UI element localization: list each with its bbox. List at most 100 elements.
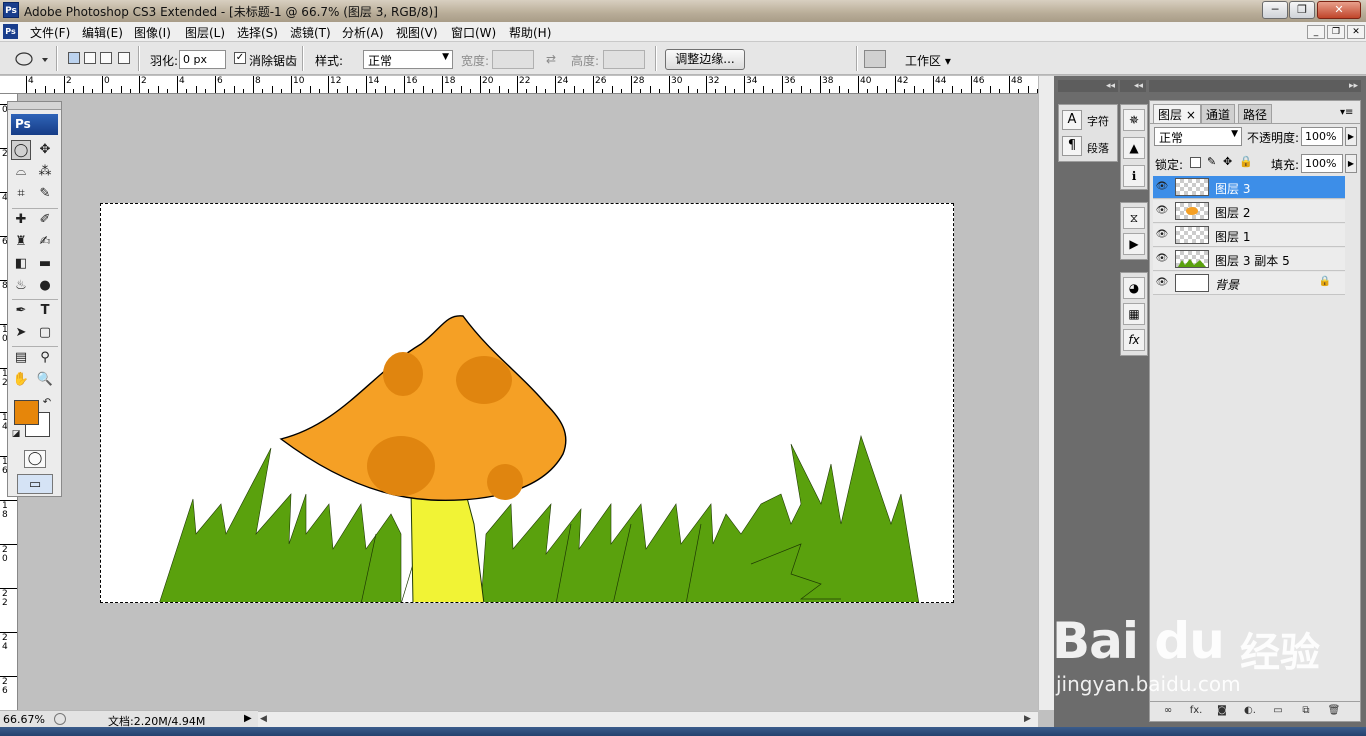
subtract-selection-icon[interactable] xyxy=(100,52,112,64)
menu-analysis[interactable]: 分析(A) xyxy=(342,24,384,41)
refine-edge-button[interactable]: 调整边缘... xyxy=(665,49,745,70)
brush-tool-icon[interactable]: ✐ xyxy=(35,210,55,230)
character-label[interactable]: 字符 xyxy=(1087,113,1109,129)
maximize-button[interactable]: ❐ xyxy=(1289,1,1315,19)
menu-select[interactable]: 选择(S) xyxy=(237,24,278,41)
doc-close-button[interactable]: ✕ xyxy=(1347,25,1365,39)
tool-preset-picker[interactable] xyxy=(4,48,52,70)
shape-tool-icon[interactable]: ▢ xyxy=(35,323,55,343)
history-icon[interactable]: ⧖ xyxy=(1123,207,1145,229)
document-canvas[interactable] xyxy=(100,203,954,603)
intersect-selection-icon[interactable] xyxy=(118,52,130,64)
ellipse-marquee-tool-icon[interactable]: ◯ xyxy=(11,140,31,160)
lock-all-icon[interactable]: 🔒 xyxy=(1239,155,1253,168)
layer-row[interactable]: 👁 图层 3 xyxy=(1153,176,1345,199)
tab-layers[interactable]: 图层 × xyxy=(1153,104,1201,123)
styles-icon[interactable]: fx xyxy=(1123,329,1145,351)
foreground-color-swatch[interactable] xyxy=(14,400,39,425)
visibility-eye-icon[interactable]: 👁 xyxy=(1155,180,1169,194)
layer-row[interactable]: 👁 图层 2 xyxy=(1153,200,1345,223)
toolbox-grip[interactable] xyxy=(8,102,61,110)
menu-edit[interactable]: 编辑(E) xyxy=(82,24,123,41)
feather-input[interactable]: 0 px xyxy=(179,50,226,69)
hand-tool-icon[interactable]: ✋ xyxy=(11,370,31,390)
quick-mask-icon[interactable]: ◯ xyxy=(24,450,46,468)
blur-tool-icon[interactable]: ♨ xyxy=(11,276,31,296)
menu-filter[interactable]: 滤镜(T) xyxy=(290,24,331,41)
swap-colors-icon[interactable]: ↶ xyxy=(40,396,54,410)
paragraph-label[interactable]: 段落 xyxy=(1087,140,1109,156)
opacity-input[interactable]: 100% xyxy=(1301,127,1343,146)
actions-icon[interactable]: ▶ xyxy=(1123,233,1145,255)
crop-tool-icon[interactable]: ⌗ xyxy=(11,184,31,204)
type-tool-icon[interactable]: T xyxy=(35,301,55,321)
character-icon[interactable]: A xyxy=(1062,110,1082,130)
lock-pixels-icon[interactable]: ✎ xyxy=(1207,155,1216,168)
healing-brush-tool-icon[interactable]: ✚ xyxy=(11,210,31,230)
status-info-icon[interactable] xyxy=(54,713,66,725)
style-select[interactable]: 正常 ▼ xyxy=(363,50,453,69)
navigator-icon[interactable]: ✵ xyxy=(1123,109,1145,131)
zoom-level[interactable]: 66.67% xyxy=(3,713,45,726)
dodge-tool-icon[interactable]: ● xyxy=(35,276,55,296)
visibility-eye-icon[interactable]: 👁 xyxy=(1155,252,1169,266)
pen-tool-icon[interactable]: ✒ xyxy=(11,301,31,321)
horizontal-scrollbar[interactable]: ◀ ▶ xyxy=(258,711,1038,727)
menu-view[interactable]: 视图(V) xyxy=(396,24,438,41)
default-colors-icon[interactable]: ◪ xyxy=(10,428,22,440)
add-selection-icon[interactable] xyxy=(84,52,96,64)
clone-stamp-tool-icon[interactable]: ♜ xyxy=(11,232,31,252)
swap-icon[interactable]: ⇄ xyxy=(546,52,556,66)
blend-mode-select[interactable]: 正常 ▼ xyxy=(1154,127,1242,146)
doc-minimize-button[interactable]: _ xyxy=(1307,25,1325,39)
panel-menu-icon[interactable]: ▾≡ xyxy=(1340,107,1353,118)
history-brush-tool-icon[interactable]: ✍ xyxy=(35,232,55,252)
dock-expand-arrows-icon[interactable]: ▸▸ xyxy=(1149,80,1361,92)
color-icon[interactable]: ◕ xyxy=(1123,277,1145,299)
layer-row[interactable]: 👁 背景 🔒 xyxy=(1153,272,1345,295)
notes-tool-icon[interactable]: ▤ xyxy=(11,348,31,368)
move-tool-icon[interactable]: ✥ xyxy=(35,140,55,160)
info-icon[interactable]: ℹ xyxy=(1123,165,1145,187)
swatches-icon[interactable]: ▦ xyxy=(1123,303,1145,325)
document-icon[interactable]: Ps xyxy=(3,24,18,39)
lasso-tool-icon[interactable]: ⌓ xyxy=(11,162,31,182)
minimize-button[interactable]: ─ xyxy=(1262,1,1288,19)
screen-mode-icon[interactable]: ▭ xyxy=(17,474,53,494)
fill-input[interactable]: 100% xyxy=(1301,154,1343,173)
menu-file[interactable]: 文件(F) xyxy=(30,24,70,41)
histogram-icon[interactable]: ▲ xyxy=(1123,137,1145,159)
lock-transparency-icon[interactable] xyxy=(1190,157,1201,168)
visibility-eye-icon[interactable]: 👁 xyxy=(1155,276,1169,290)
layer-row[interactable]: 👁 图层 3 副本 5 xyxy=(1153,248,1345,271)
menu-layer[interactable]: 图层(L) xyxy=(185,24,225,41)
dock-collapse-arrows-icon[interactable]: ◂◂ xyxy=(1058,80,1118,92)
new-selection-icon[interactable] xyxy=(68,52,80,64)
doc-restore-button[interactable]: ❐ xyxy=(1327,25,1345,39)
opacity-slider-arrow-icon[interactable]: ▶ xyxy=(1345,127,1357,146)
tab-channels[interactable]: 通道 xyxy=(1201,104,1236,123)
dock-collapse-arrows-icon[interactable]: ◂◂ xyxy=(1120,80,1146,92)
eraser-tool-icon[interactable]: ◧ xyxy=(11,254,31,274)
visibility-eye-icon[interactable]: 👁 xyxy=(1155,204,1169,218)
layer-row[interactable]: 👁 图层 1 xyxy=(1153,224,1345,247)
menu-window[interactable]: 窗口(W) xyxy=(451,24,496,41)
bridge-icon[interactable] xyxy=(864,50,886,68)
menu-image[interactable]: 图像(I) xyxy=(134,24,171,41)
close-button[interactable]: ✕ xyxy=(1317,1,1361,19)
scroll-left-arrow-icon[interactable]: ◀ xyxy=(260,714,267,724)
zoom-tool-icon[interactable]: 🔍 xyxy=(35,370,55,390)
scroll-right-arrow-icon[interactable]: ▶ xyxy=(1024,714,1031,724)
gradient-tool-icon[interactable]: ▬ xyxy=(35,254,55,274)
tab-paths[interactable]: 路径 xyxy=(1238,104,1273,123)
height-input[interactable] xyxy=(603,50,645,69)
antialias-checkbox[interactable]: ✓ xyxy=(234,52,246,64)
workspace-menu[interactable]: 工作区 ▾ xyxy=(905,52,951,69)
eyedropper-tool-icon[interactable]: ⚲ xyxy=(35,348,55,368)
visibility-eye-icon[interactable]: 👁 xyxy=(1155,228,1169,242)
width-input[interactable] xyxy=(492,50,534,69)
path-select-tool-icon[interactable]: ➤ xyxy=(11,323,31,343)
toolbox-logo[interactable]: Ps xyxy=(11,114,58,135)
lock-position-icon[interactable]: ✥ xyxy=(1223,155,1232,168)
paragraph-icon[interactable]: ¶ xyxy=(1062,136,1082,156)
